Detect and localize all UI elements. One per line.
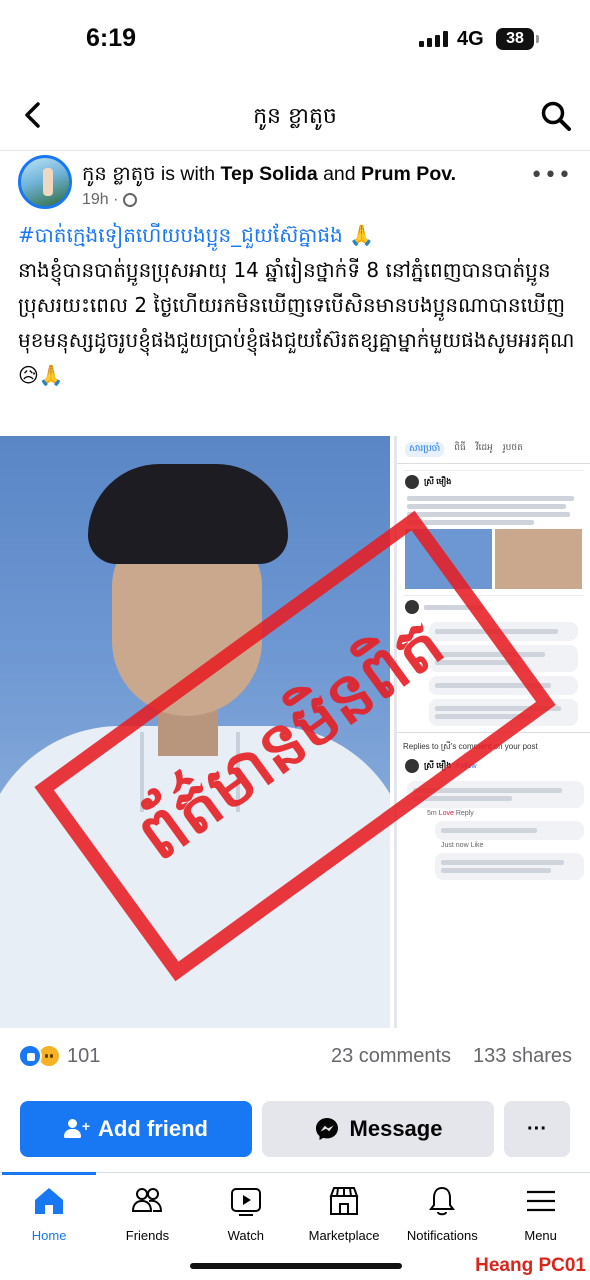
- post-stats: 101 23 comments 133 shares: [18, 1040, 572, 1072]
- tab-marketplace[interactable]: Marketplace: [295, 1180, 393, 1250]
- home-icon: [35, 1188, 64, 1214]
- tab-notifications-label: Notifications: [406, 1228, 478, 1243]
- reaction-count[interactable]: 101: [67, 1045, 100, 1068]
- and-text: and: [317, 163, 362, 185]
- battery-icon: 38: [496, 28, 539, 50]
- screenshot-tab: សារប្រចាំ: [405, 442, 445, 457]
- watermark: Heang PC01: [475, 1255, 586, 1276]
- home-indicator: [190, 1263, 402, 1269]
- screenshot-tab: វីដេអូ: [475, 442, 493, 452]
- add-friend-button[interactable]: + Add friend: [20, 1101, 252, 1157]
- screenshot-reply-time: 5m: [427, 810, 437, 817]
- top-nav: កូន ខ្លាតូច: [0, 88, 590, 151]
- tab-friends-label: Friends: [125, 1228, 170, 1243]
- tab-menu-label: Menu: [524, 1228, 557, 1243]
- screenshot-just-now: Just now: [441, 842, 469, 849]
- screenshot-reply: Reply: [455, 810, 474, 817]
- reactions[interactable]: [18, 1044, 61, 1068]
- page-title: កូន ខ្លាតូច: [253, 104, 337, 129]
- tagged-person-2[interactable]: Prum Pov.: [361, 163, 456, 185]
- tab-home[interactable]: Home: [0, 1180, 98, 1250]
- tab-notifications[interactable]: Notifications: [393, 1180, 491, 1250]
- message-button[interactable]: Message: [262, 1101, 494, 1157]
- network-type: 4G: [457, 28, 484, 50]
- screenshot-tab: ពិធី: [454, 442, 466, 452]
- more-options-icon[interactable]: •••: [530, 163, 572, 188]
- post-body: នាងខ្ញុំបានបាត់ប្អូនប្រុសអាយុ 14 ឆ្នាំរៀ…: [18, 258, 575, 387]
- active-tab-indicator: [2, 1172, 96, 1175]
- friends-icon: [132, 1188, 163, 1212]
- screenshot-tabs: សារប្រចាំ ពិធី វីដេអូ រូបថត: [397, 436, 590, 464]
- screenshot-like: Like: [470, 842, 484, 849]
- status-bar: 6:19 4G 38: [0, 0, 590, 80]
- post-media[interactable]: សារប្រចាំ ពិធី វីដេអូ រូបថត ស្រី មឿង Rep…: [0, 436, 590, 1028]
- screenshot-tab: រូបថត: [502, 442, 523, 452]
- tab-marketplace-label: Marketplace: [308, 1228, 380, 1243]
- bottom-tab-bar: Home Friends Watch Marketplace Notificat…: [0, 1180, 590, 1250]
- post-time[interactable]: 19h ·: [82, 191, 118, 209]
- bell-icon: [429, 1186, 456, 1216]
- post-meta: 19h ·: [82, 191, 138, 209]
- tagged-person-1[interactable]: Tep Solida: [221, 163, 318, 185]
- more-actions-button[interactable]: ···: [504, 1101, 570, 1157]
- nav-divider: [0, 150, 590, 151]
- watch-icon: [230, 1188, 261, 1216]
- with-text: is with: [155, 163, 221, 185]
- post-header: កូន ខ្លាតូច is with Tep Solida and Prum …: [18, 155, 572, 215]
- tab-watch[interactable]: Watch: [197, 1180, 295, 1250]
- tab-home-label: Home: [31, 1228, 67, 1243]
- like-reaction-icon: [18, 1044, 42, 1068]
- add-friend-label: Add friend: [98, 1116, 208, 1141]
- tab-menu[interactable]: Menu: [491, 1180, 589, 1250]
- profile-actions: + Add friend Message ···: [20, 1101, 570, 1157]
- share-count[interactable]: 133 shares: [473, 1045, 572, 1068]
- post-author-line: កូន ខ្លាតូច is with Tep Solida and Prum …: [82, 161, 456, 190]
- search-icon[interactable]: [540, 100, 572, 132]
- status-time: 6:19: [86, 24, 137, 52]
- marketplace-icon: [329, 1187, 359, 1215]
- post-hashtag[interactable]: #បាត់ក្មេងទៀតហើយបងប្អូន_ជួយស៊ែគ្នាផង 🙏: [18, 223, 374, 247]
- screenshot-love: Love: [438, 810, 454, 817]
- screenshot-poster: ស្រី មឿង: [424, 477, 452, 486]
- message-label: Message: [349, 1116, 443, 1141]
- add-friend-icon: +: [64, 1119, 90, 1139]
- menu-icon: [526, 1190, 555, 1212]
- post-author[interactable]: កូន ខ្លាតូច: [82, 163, 156, 185]
- tab-friends[interactable]: Friends: [98, 1180, 196, 1250]
- post-text: #បាត់ក្មេងទៀតហើយបងប្អូន_ជួយស៊ែគ្នាផង 🙏 ន…: [18, 218, 576, 393]
- messenger-icon: [315, 1118, 338, 1140]
- avatar[interactable]: [18, 155, 72, 209]
- signal-icon: [419, 31, 448, 47]
- comment-count[interactable]: 23 comments: [331, 1045, 451, 1068]
- globe-icon: [123, 193, 138, 207]
- tab-watch-label: Watch: [227, 1228, 264, 1243]
